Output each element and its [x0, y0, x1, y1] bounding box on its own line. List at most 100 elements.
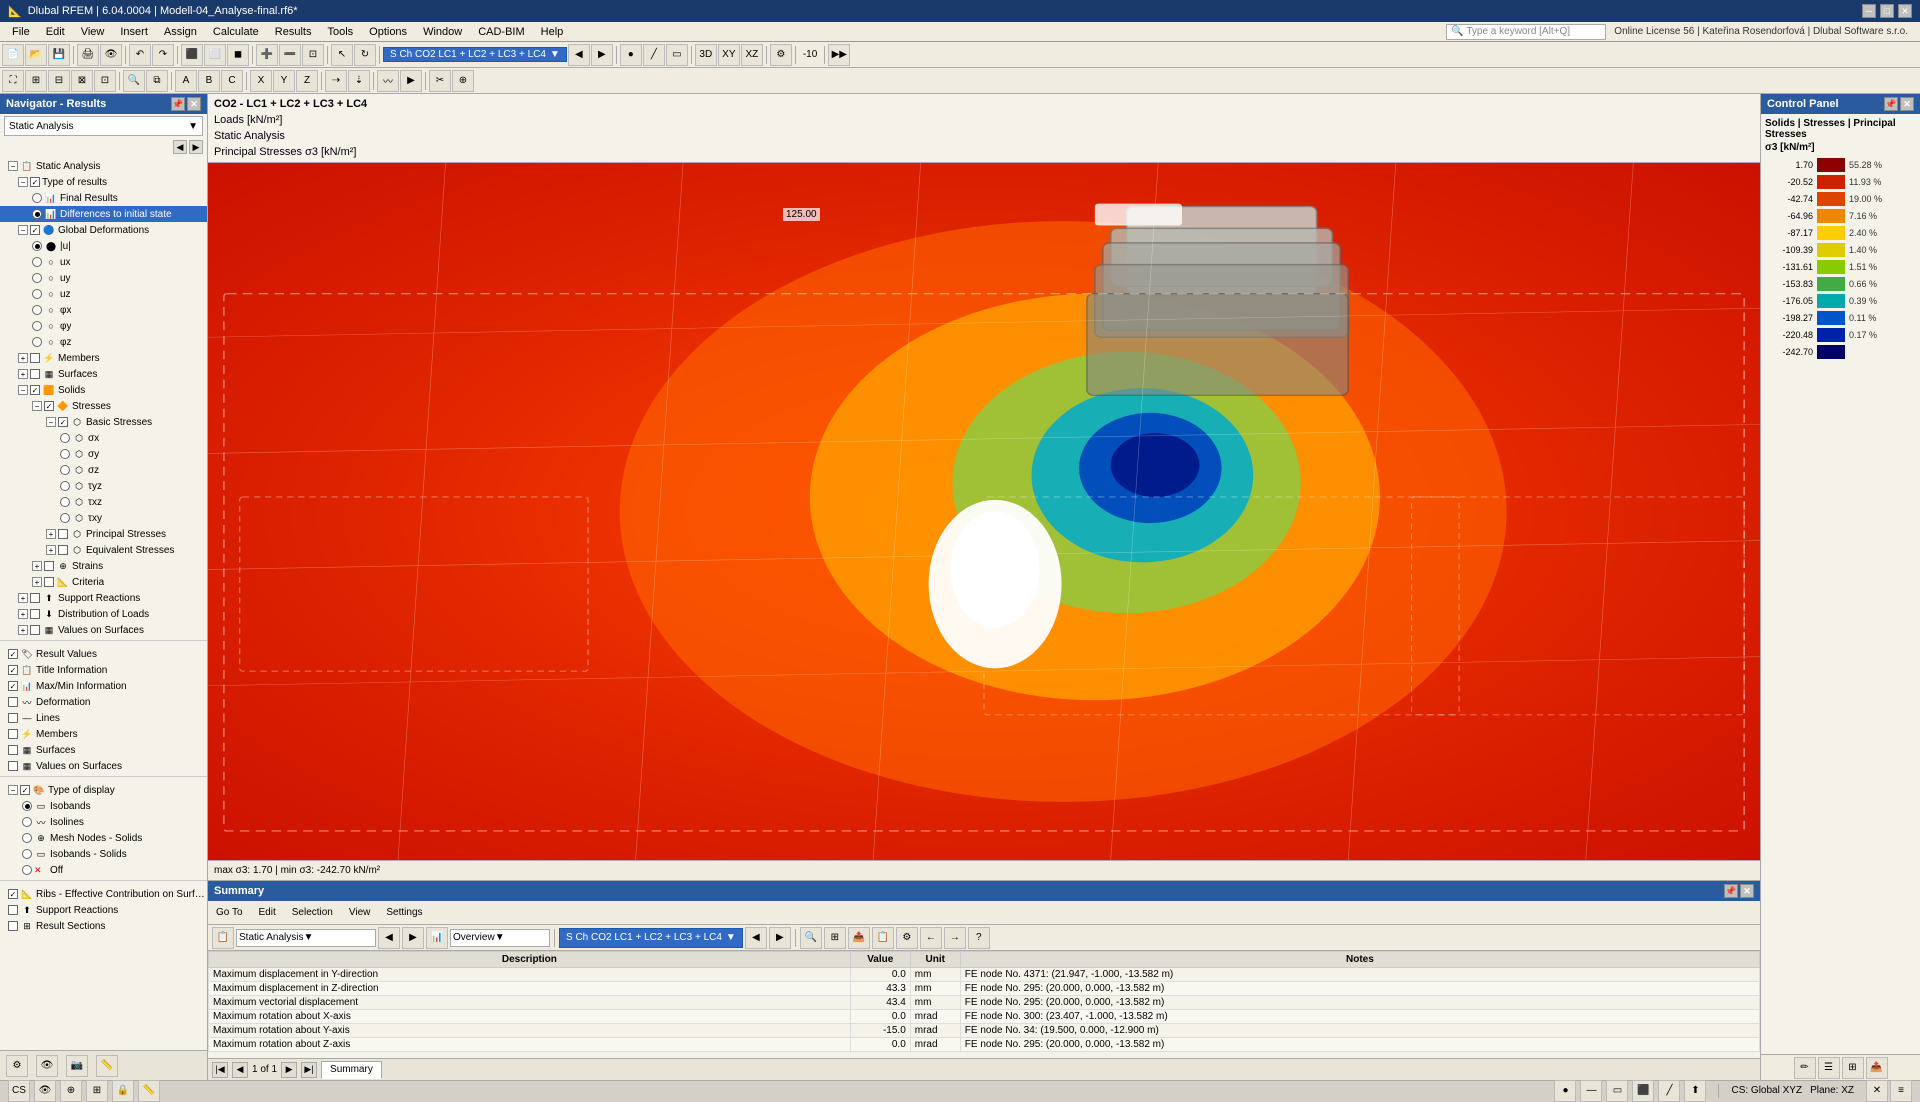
expand-strains[interactable]: +	[32, 561, 42, 571]
nav-equivalent-stresses[interactable]: + ⬡ Equivalent Stresses	[0, 542, 207, 558]
cp-export-btn[interactable]: 📤	[1866, 1057, 1888, 1079]
nav-eye-btn[interactable]: 👁	[36, 1055, 58, 1077]
nav-static-analysis[interactable]: − 📋 Static Analysis	[0, 158, 207, 174]
summary-prev-analysis[interactable]: ◀	[378, 927, 400, 949]
expand-dist-loads[interactable]: +	[18, 609, 28, 619]
menu-insert[interactable]: Insert	[112, 22, 156, 42]
expand-global-def[interactable]: −	[18, 225, 28, 235]
summary-next-analysis[interactable]: ▶	[402, 927, 424, 949]
nav-criteria[interactable]: + 📐 Criteria	[0, 574, 207, 590]
nav-values-surf2[interactable]: ▦ Values on Surfaces	[0, 758, 207, 774]
tyz-radio[interactable]	[60, 481, 70, 491]
phiy-radio[interactable]	[32, 321, 42, 331]
nav-global-deformations[interactable]: − ✓ 🔵 Global Deformations	[0, 222, 207, 238]
nav-prev-btn[interactable]: ◀	[173, 140, 187, 154]
ux-radio[interactable]	[32, 257, 42, 267]
nav-support-reactions2[interactable]: ⬆ Support Reactions	[0, 902, 207, 918]
nav-uy[interactable]: ○ uy	[0, 270, 207, 286]
undo-button[interactable]: ↶	[129, 44, 151, 66]
nav-members2[interactable]: ⚡ Members	[0, 726, 207, 742]
nav-result-values[interactable]: ✓ 🏷 Result Values	[0, 646, 207, 662]
nav-ux[interactable]: ○ ux	[0, 254, 207, 270]
sx-radio[interactable]	[60, 433, 70, 443]
sum-summary-tab[interactable]: Summary	[321, 1061, 382, 1079]
nav-pin-btn[interactable]: 📌	[171, 97, 185, 111]
nav-analysis-combo[interactable]: Static Analysis ▼	[4, 116, 203, 136]
cp-close-btn[interactable]: ✕	[1900, 97, 1914, 111]
nav-strains[interactable]: + ⊕ Strains	[0, 558, 207, 574]
status-nodes-btn[interactable]: ●	[1554, 1080, 1576, 1102]
viewport-canvas[interactable]: 125.00	[208, 163, 1760, 860]
nav-phiy[interactable]: ○ φy	[0, 318, 207, 334]
status-members-btn[interactable]: ╱	[1658, 1080, 1680, 1102]
nav-lines2[interactable]: — Lines	[0, 710, 207, 726]
wireframe-btn[interactable]: ⬜	[204, 44, 226, 66]
isobands-solids-radio[interactable]	[22, 849, 32, 859]
sz-radio[interactable]	[60, 465, 70, 475]
summary-next-lc[interactable]: ▶	[769, 927, 791, 949]
summary-help-btn[interactable]: ?	[968, 927, 990, 949]
summary-selection[interactable]: Selection	[288, 903, 337, 923]
expand-basic-stresses[interactable]: −	[46, 417, 56, 427]
summary-overview-combo[interactable]: Overview ▼	[450, 929, 550, 947]
tb2-cut[interactable]: ✂	[429, 70, 451, 92]
txy-radio[interactable]	[60, 513, 70, 523]
tb2-deform[interactable]: 〰	[377, 70, 399, 92]
nav-members[interactable]: + ⚡ Members	[0, 350, 207, 366]
nav-tyz[interactable]: ⬡ τyz	[0, 478, 207, 494]
nav-ruler-btn[interactable]: 📏	[96, 1055, 118, 1077]
rotate-btn[interactable]: ↻	[354, 44, 376, 66]
nav-values-on-surfaces[interactable]: + ▦ Values on Surfaces	[0, 622, 207, 638]
summary-goto[interactable]: Go To	[212, 903, 247, 923]
nav-result-sections[interactable]: ⊞ Result Sections	[0, 918, 207, 934]
nav-title-info[interactable]: ✓ 📋 Title Information	[0, 662, 207, 678]
tb2-a[interactable]: A	[175, 70, 197, 92]
menu-file[interactable]: File	[4, 22, 38, 42]
summary-overview-icon[interactable]: 📊	[426, 927, 448, 949]
uy-radio[interactable]	[32, 273, 42, 283]
summary-settings[interactable]: Settings	[382, 903, 426, 923]
cp-list-btn[interactable]: ☰	[1818, 1057, 1840, 1079]
txz-radio[interactable]	[60, 497, 70, 507]
nav-distribution-loads[interactable]: + ⬇ Distribution of Loads	[0, 606, 207, 622]
tb2-axis3[interactable]: Z	[296, 70, 318, 92]
zoom-in-btn[interactable]: ➕	[256, 44, 278, 66]
status-extra1[interactable]: ✕	[1866, 1080, 1888, 1102]
cp-grid-btn[interactable]: ⊞	[1842, 1057, 1864, 1079]
tb2-extra1[interactable]: ⇢	[325, 70, 347, 92]
render-btn[interactable]: ◼	[227, 44, 249, 66]
tb2-btn3[interactable]: ⊟	[48, 70, 70, 92]
status-snap-btn[interactable]: ⊕	[60, 1080, 82, 1102]
nav-principal-stresses[interactable]: + ⬡ Principal Stresses	[0, 526, 207, 542]
mesh-nodes-radio[interactable]	[22, 833, 32, 843]
summary-view[interactable]: View	[345, 903, 375, 923]
settings-btn[interactable]: ⚙	[770, 44, 792, 66]
viewxz-btn[interactable]: XZ	[741, 44, 763, 66]
status-grid-btn[interactable]: ⊞	[86, 1080, 108, 1102]
summary-settings-btn[interactable]: ⚙	[896, 927, 918, 949]
redo-button[interactable]: ↷	[152, 44, 174, 66]
fit-btn[interactable]: ⊡	[302, 44, 324, 66]
sy-radio[interactable]	[60, 449, 70, 459]
nav-deformation[interactable]: 〰 Deformation	[0, 694, 207, 710]
tb2-b[interactable]: B	[198, 70, 220, 92]
menu-results[interactable]: Results	[267, 22, 320, 42]
nav-u-abs[interactable]: ⬤ |u|	[0, 238, 207, 254]
phix-radio[interactable]	[32, 305, 42, 315]
sum-last-btn[interactable]: ▶|	[301, 1062, 317, 1078]
summary-prev-lc[interactable]: ◀	[745, 927, 767, 949]
summary-export-btn[interactable]: 📤	[848, 927, 870, 949]
nav-final-results[interactable]: 📊 Final Results	[0, 190, 207, 206]
close-button[interactable]: ✕	[1898, 4, 1912, 18]
sum-next-btn[interactable]: ▶	[281, 1062, 297, 1078]
nav-phiz[interactable]: ○ φz	[0, 334, 207, 350]
expand-equivalent[interactable]: +	[46, 545, 56, 555]
nav-txy[interactable]: ⬡ τxy	[0, 510, 207, 526]
expand-val-surf[interactable]: +	[18, 625, 28, 635]
expand-type-of-results[interactable]: −	[8, 161, 18, 171]
menu-cadbim[interactable]: CAD-BIM	[470, 22, 532, 42]
nav-diff-initial-state[interactable]: 📊 Differences to initial state	[0, 206, 207, 222]
lc-combo[interactable]: S Ch CO2 LC1 + LC2 + LC3 + LC4 ▼	[383, 47, 567, 62]
menu-edit[interactable]: Edit	[38, 22, 73, 42]
expand-members[interactable]: +	[18, 353, 28, 363]
